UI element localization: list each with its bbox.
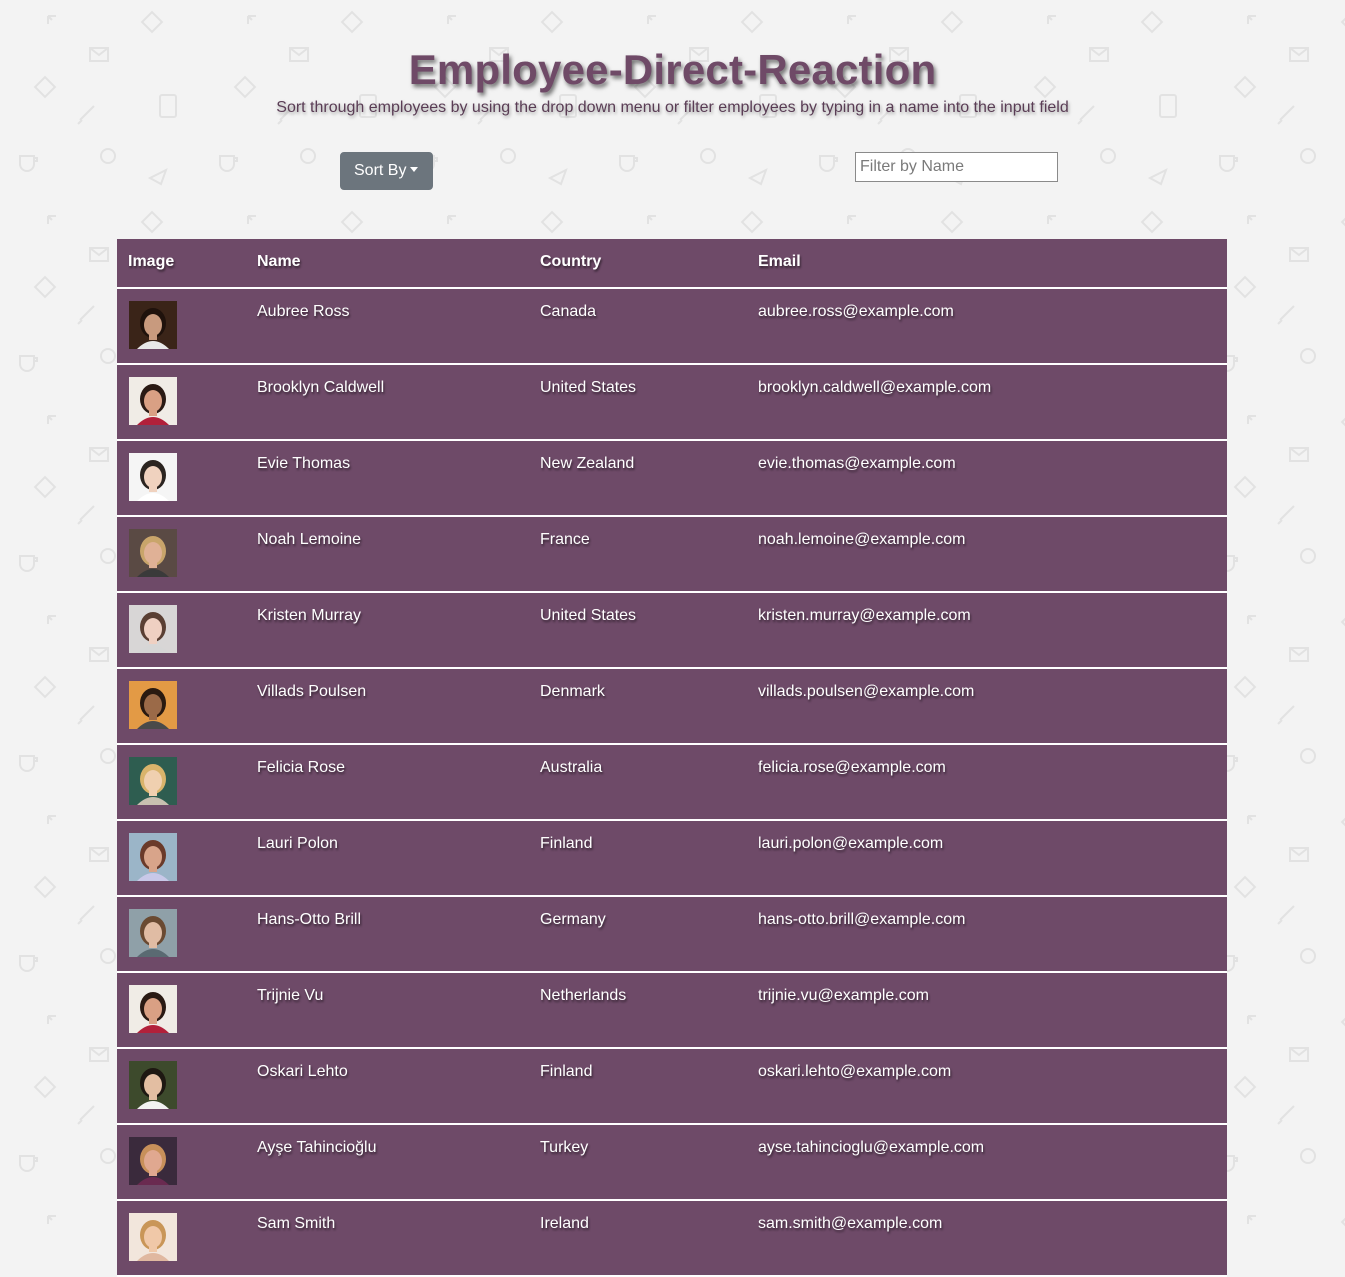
- employee-country: Netherlands: [540, 987, 627, 1004]
- employee-email: trijnie.vu@example.com: [758, 987, 929, 1004]
- table-row: Brooklyn Caldwell United States brooklyn.c…: [117, 365, 1227, 441]
- employee-email: evie.thomas@example.com: [758, 455, 956, 472]
- table-row: Aubree Ross Canada aubree.ross@example.com: [117, 289, 1227, 365]
- employee-email: hans-otto.brill@example.com: [758, 911, 966, 928]
- employee-name: Oskari Lehto: [257, 1063, 348, 1080]
- table-row: Noah Lemoine France noah.lemoine@example.c…: [117, 517, 1227, 593]
- employee-email: noah.lemoine@example.com: [758, 531, 966, 548]
- table-row: Ayşe Tahincioğlu Turkey ayse.tahincioglu@e…: [117, 1125, 1227, 1201]
- table-header-row: Image Name Country Email: [117, 239, 1227, 289]
- column-header-name: Name: [257, 253, 301, 270]
- avatar: [129, 301, 177, 349]
- employee-name: Kristen Murray: [257, 607, 362, 624]
- avatar: [129, 681, 177, 729]
- avatar: [129, 1213, 177, 1261]
- employee-country: Australia: [540, 759, 603, 776]
- employee-country: Canada: [540, 303, 597, 320]
- employee-country: New Zealand: [540, 455, 635, 472]
- employee-email: ayse.tahincioglu@example.com: [758, 1139, 985, 1156]
- employee-name: Brooklyn Caldwell: [257, 379, 385, 396]
- table-row: Evie Thomas New Zealand evie.thomas@exampl…: [117, 441, 1227, 517]
- avatar: [129, 529, 177, 577]
- employee-name: Hans-Otto Brill: [257, 911, 362, 928]
- employee-email: villads.poulsen@example.com: [758, 683, 975, 700]
- employee-table: Image Name Country Email Aubree Ross Cana…: [117, 239, 1227, 1277]
- column-header-country: Country: [540, 253, 602, 270]
- employee-name: Ayşe Tahincioğlu: [257, 1139, 377, 1156]
- sort-by-dropdown-button[interactable]: Sort By: [340, 152, 433, 190]
- employee-email: lauri.polon@example.com: [758, 835, 944, 852]
- table-row: Oskari Lehto Finland oskari.lehto@example.…: [117, 1049, 1227, 1125]
- avatar: [129, 833, 177, 881]
- employee-country: Germany: [540, 911, 606, 928]
- employee-email: oskari.lehto@example.com: [758, 1063, 952, 1080]
- employee-name: Trijnie Vu: [257, 987, 324, 1004]
- employee-name: Sam Smith: [257, 1215, 336, 1232]
- avatar: [129, 1061, 177, 1109]
- filter-by-name-input[interactable]: [855, 152, 1058, 182]
- employee-name: Noah Lemoine: [257, 531, 362, 548]
- avatar: [129, 985, 177, 1033]
- page-header: Employee-Direct-Reaction Sort through em…: [0, 44, 1345, 118]
- caret-down-icon: [410, 167, 419, 172]
- avatar: [129, 605, 177, 653]
- employee-name: Felicia Rose: [257, 759, 346, 776]
- avatar: [129, 1137, 177, 1185]
- employee-country: Ireland: [540, 1215, 589, 1232]
- table-row: Felicia Rose Australia felicia.rose@exampl…: [117, 745, 1227, 821]
- employee-country: Finland: [540, 1063, 593, 1080]
- employee-name: Evie Thomas: [257, 455, 351, 472]
- employee-name: Villads Poulsen: [257, 683, 367, 700]
- employee-country: Finland: [540, 835, 593, 852]
- employee-country: Turkey: [540, 1139, 589, 1156]
- employee-country: France: [540, 531, 590, 548]
- column-header-image: Image: [128, 253, 175, 270]
- page-title: Employee-Direct-Reaction: [408, 46, 937, 93]
- avatar: [129, 377, 177, 425]
- employee-email: aubree.ross@example.com: [758, 303, 954, 320]
- avatar: [129, 453, 177, 501]
- table-row: Villads Poulsen Denmark villads.poulsen@ex…: [117, 669, 1227, 745]
- employee-email: felicia.rose@example.com: [758, 759, 946, 776]
- employee-country: United States: [540, 607, 637, 624]
- sort-by-label: Sort By: [354, 162, 407, 179]
- table-row: Kristen Murray United States kristen.murra…: [117, 593, 1227, 669]
- table-row: Lauri Polon Finland lauri.polon@example.co…: [117, 821, 1227, 897]
- table-row: Sam Smith Ireland sam.smith@example.com: [117, 1201, 1227, 1277]
- table-body: Aubree Ross Canada aubree.ross@example.com…: [117, 289, 1227, 1277]
- employee-country: United States: [540, 379, 637, 396]
- employee-email: kristen.murray@example.com: [758, 607, 971, 624]
- column-header-email: Email: [758, 253, 801, 270]
- avatar: [129, 909, 177, 957]
- table-row: Hans-Otto Brill Germany hans-otto.brill@ex…: [117, 897, 1227, 973]
- employee-name: Lauri Polon: [257, 835, 338, 852]
- page-subtitle: Sort through employees by using the drop…: [276, 99, 1069, 116]
- avatar: [129, 757, 177, 805]
- table-row: Trijnie Vu Netherlands trijnie.vu@example.…: [117, 973, 1227, 1049]
- employee-email: sam.smith@example.com: [758, 1215, 943, 1232]
- page: Employee-Direct-Reaction Sort through em…: [0, 0, 1345, 1277]
- employee-country: Denmark: [540, 683, 605, 700]
- employee-email: brooklyn.caldwell@example.com: [758, 379, 992, 396]
- employee-name: Aubree Ross: [257, 303, 350, 320]
